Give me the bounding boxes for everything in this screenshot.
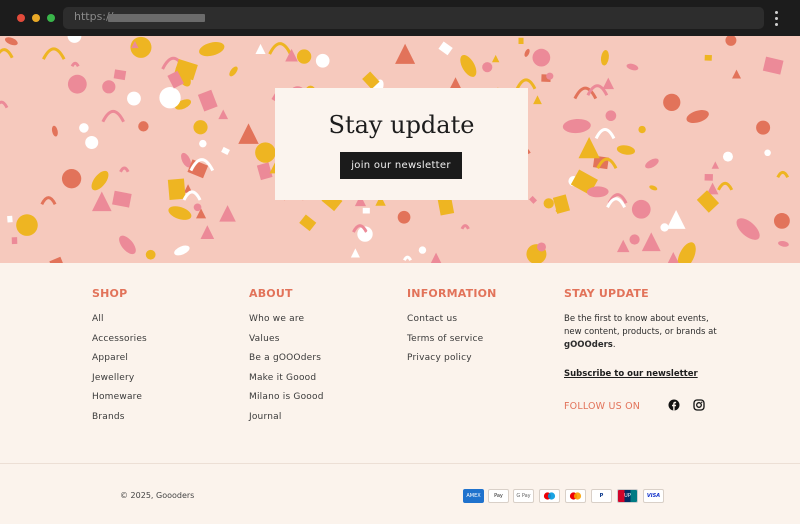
footer-link-make-it-goood[interactable]: Make it Goood (249, 373, 324, 393)
footer-heading-about: ABOUT (249, 287, 293, 300)
join-newsletter-button[interactable]: join our newsletter (340, 152, 462, 179)
footer-link-apparel[interactable]: Apparel (92, 353, 147, 373)
footer-link-terms-of-service[interactable]: Terms of service (407, 334, 497, 354)
browser-menu-icon[interactable] (773, 11, 781, 27)
visa-icon: VISA (643, 489, 664, 503)
instagram-icon[interactable] (693, 399, 705, 411)
footer-link-privacy-policy[interactable]: Privacy policy (407, 353, 497, 373)
address-bar[interactable]: https:// (63, 7, 764, 29)
browser-toolbar: https:// (0, 0, 800, 36)
site-footer: SHOP All Accessories Apparel Jewellery H… (0, 263, 800, 524)
apple-pay-icon: Pay (488, 489, 509, 503)
paypal-icon: P (591, 489, 612, 503)
footer-divider (0, 463, 800, 464)
close-window-icon[interactable] (17, 14, 25, 22)
newsletter-card: Stay update join our newsletter (275, 88, 528, 200)
footer-column-information: INFORMATION Contact us Terms of service … (407, 287, 497, 373)
union-pay-icon: UP (617, 489, 638, 503)
footer-link-all[interactable]: All (92, 314, 147, 334)
footer-heading-information: INFORMATION (407, 287, 497, 300)
footer-column-stay-update: STAY UPDATE Be the first to know about e… (564, 287, 724, 415)
facebook-icon[interactable] (668, 399, 680, 411)
footer-column-about: ABOUT Who we are Values Be a gOOOders Ma… (249, 287, 324, 432)
footer-link-homeware[interactable]: Homeware (92, 392, 147, 412)
hero-title: Stay update (328, 111, 475, 139)
footer-link-journal[interactable]: Journal (249, 412, 324, 432)
footer-link-who-we-are[interactable]: Who we are (249, 314, 324, 334)
footer-link-values[interactable]: Values (249, 334, 324, 354)
google-pay-icon: G Pay (513, 489, 534, 503)
subscribe-newsletter-link[interactable]: Subscribe to our newsletter (564, 369, 724, 379)
copyright-text: © 2025, Goooders (120, 491, 195, 500)
mastercard-icon (565, 489, 586, 503)
maximize-window-icon[interactable] (47, 14, 55, 22)
minimize-window-icon[interactable] (32, 14, 40, 22)
footer-link-jewellery[interactable]: Jewellery (92, 373, 147, 393)
follow-us-row: FOLLOW US ON (564, 399, 724, 415)
stay-text-brand: gOOOders (564, 340, 613, 350)
stay-update-description: Be the first to know about events, new c… (564, 313, 724, 352)
amex-icon: AMEX (463, 489, 484, 503)
follow-us-label: FOLLOW US ON (564, 401, 641, 412)
url-redacted (108, 14, 205, 22)
footer-link-brands[interactable]: Brands (92, 412, 147, 432)
newsletter-hero: Stay update join our newsletter (0, 36, 800, 263)
footer-link-accessories[interactable]: Accessories (92, 334, 147, 354)
footer-link-milano-is-goood[interactable]: Milano is Goood (249, 392, 324, 412)
stay-text-part: Be the first to know about events, new c… (564, 314, 717, 337)
footer-heading-shop: SHOP (92, 287, 128, 300)
maestro-icon (539, 489, 560, 503)
footer-column-shop: SHOP All Accessories Apparel Jewellery H… (92, 287, 147, 432)
footer-link-contact-us[interactable]: Contact us (407, 314, 497, 334)
footer-heading-stay-update: STAY UPDATE (564, 287, 649, 300)
stay-text-end: . (612, 340, 616, 350)
footer-link-be-a-gooooders[interactable]: Be a gOOOders (249, 353, 324, 373)
